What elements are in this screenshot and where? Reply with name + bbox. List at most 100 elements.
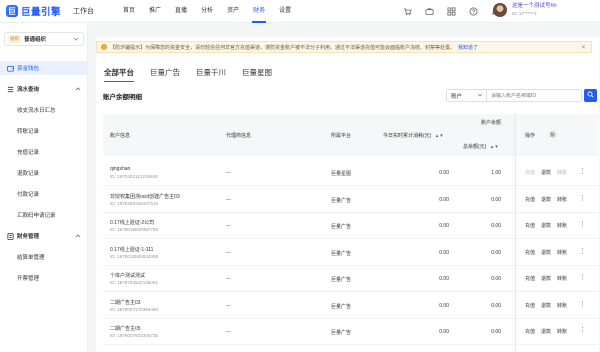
more-icon[interactable]: ⋮ <box>579 300 586 308</box>
table-row: 二期广告主05 ID: 1679007933306735 --- 巨量广告 0.00 0.… <box>103 319 598 345</box>
row-actions: 充值 退款 转账 <box>525 275 573 282</box>
help-icon[interactable] <box>468 6 478 16</box>
sidebar-item-refund-records[interactable]: 退款记录 <box>0 166 87 180</box>
platform-tabs: 全部平台 巨量广告 巨量千川 巨量星图 <box>104 67 288 82</box>
today-consume: 0.00 <box>439 170 449 176</box>
sidebar-group-label: 流水查询 <box>17 87 40 93</box>
more-icon[interactable]: ⋮ <box>579 273 586 281</box>
account-name[interactable]: 非授权集团测ocid创建广告主03 <box>110 193 180 200</box>
recharge-button[interactable]: 充值 <box>525 222 535 229</box>
sidebar-item-recharge-records[interactable]: 充值记录 <box>0 145 87 159</box>
tab-qianchuan[interactable]: 巨量千川 <box>196 67 226 80</box>
fraud-notice-banner: ! 【防诈骗提示】为保障您的资金安全，请勿轻信任何非官方充值渠道，谨防资金账户被… <box>96 41 592 53</box>
today-consume: 0.00 <box>439 302 449 309</box>
nav-live[interactable]: 直播 <box>168 0 194 23</box>
brand-name: 巨量引擎 <box>21 7 62 18</box>
user-menu[interactable]: 这是一个测试号hh ID: 17******1 <box>493 3 557 17</box>
tab-xingtu[interactable]: 巨量星图 <box>242 67 272 80</box>
sidebar-item-payment-records[interactable]: 付款记录 <box>0 187 87 201</box>
table-header: 账户信息 代理商信息 所属平台 今日实时累计消耗(元) ▲▼ 账户余额 总余额(… <box>103 114 598 156</box>
more-icon[interactable]: ⋮ <box>579 247 586 255</box>
tab-all-platforms[interactable]: 全部平台 <box>104 67 134 82</box>
brand[interactable]: 巨 巨量引擎 工作台 <box>6 4 94 18</box>
user-name: 这是一个测试号hh <box>512 3 557 9</box>
nav-home[interactable]: 首页 <box>116 0 142 23</box>
search-button[interactable] <box>584 89 597 102</box>
sidebar-item-label: 资金钱包 <box>17 66 40 72</box>
sidebar-item-invoice[interactable]: 开票管理 <box>0 271 87 285</box>
recharge-button[interactable]: 充值 <box>525 169 535 176</box>
transfer-button[interactable]: 转账 <box>557 328 567 335</box>
refund-button[interactable]: 退款 <box>541 249 551 256</box>
sidebar-item-label: 结算单管理 <box>17 255 45 261</box>
col-consume[interactable]: 今日实时累计消耗(元) ▲▼ <box>383 132 444 139</box>
recharge-button[interactable]: 充值 <box>525 249 535 256</box>
search-input[interactable] <box>487 92 581 99</box>
recharge-button[interactable]: 充值 <box>525 302 535 309</box>
nav-promote[interactable]: 推广 <box>142 0 168 23</box>
sidebar-item-remit-code-records[interactable]: 汇款码申请记录 <box>0 208 87 222</box>
col-total[interactable]: 总余额(元) ▲▼ <box>463 143 499 150</box>
account-id: ID: 1670452112236559 <box>110 174 158 179</box>
account-name[interactable]: qingshan <box>110 166 130 172</box>
transfer-button[interactable]: 转账 <box>557 222 567 229</box>
sidebar-item-daily-summary[interactable]: 收支流水日汇总 <box>0 103 87 117</box>
chevron-down-icon <box>477 92 483 100</box>
nav-finance[interactable]: 财务 <box>246 0 272 23</box>
sidebar-item-wallet[interactable]: 资金钱包 <box>0 61 87 75</box>
main-nav: 首页 推广 直播 分析 资产 财务 设置 <box>116 0 298 23</box>
row-actions: 充值 退款 转账 <box>525 302 573 309</box>
cart-icon[interactable] <box>402 6 412 16</box>
account-name[interactable]: 个体户测试测试 <box>110 272 145 279</box>
recharge-button[interactable]: 充值 <box>525 196 535 203</box>
col-ops: 操作 <box>525 133 536 139</box>
recharge-button[interactable]: 充值 <box>525 275 535 282</box>
transfer-button[interactable]: 转账 <box>557 302 567 309</box>
refund-button[interactable]: 退款 <box>541 302 551 309</box>
refund-button[interactable]: 退款 <box>541 196 551 203</box>
close-icon[interactable]: ✕ <box>581 44 586 51</box>
transfer-button[interactable]: 转账 <box>557 169 567 176</box>
more-icon[interactable]: ⋮ <box>579 326 586 334</box>
briefcase-icon[interactable] <box>424 6 434 16</box>
sidebar-group-flow[interactable]: 流水查询 <box>0 82 87 96</box>
sidebar-group-finance[interactable]: 财务管理 <box>0 229 87 243</box>
org-switcher[interactable]: 组织 普通组织 <box>4 32 84 46</box>
account-name[interactable]: 二期广告主03 <box>110 299 141 306</box>
settings-icon[interactable] <box>549 131 556 140</box>
refund-button[interactable]: 退款 <box>541 275 551 282</box>
agent-info: --- <box>226 223 231 229</box>
nav-settings[interactable]: 设置 <box>272 0 298 23</box>
agent-info: --- <box>226 170 231 176</box>
transfer-button[interactable]: 转账 <box>557 196 567 203</box>
account-name[interactable]: 二期广告主05 <box>110 325 141 332</box>
platform: 巨量广告 <box>331 224 352 230</box>
today-consume: 0.00 <box>439 329 449 335</box>
refund-button[interactable]: 退款 <box>541 328 551 335</box>
account-name[interactable]: 0.17线上验证-2公司 <box>110 219 154 226</box>
transfer-button[interactable]: 转账 <box>557 275 567 282</box>
sidebar-item-label: 退款记录 <box>17 171 40 177</box>
account-name[interactable]: 0.17线上验证-1-111 <box>110 246 153 253</box>
platform: 巨量广告 <box>331 277 352 283</box>
tab-ads[interactable]: 巨量广告 <box>150 67 180 80</box>
notice-ack-link[interactable]: 我知道了 <box>458 44 478 51</box>
more-icon[interactable]: ⋮ <box>579 194 586 202</box>
nav-analytics[interactable]: 分析 <box>194 0 220 23</box>
more-icon[interactable]: ⋮ <box>579 220 586 228</box>
transfer-button[interactable]: 转账 <box>557 249 567 256</box>
sidebar-item-transfer-records[interactable]: 转账记录 <box>0 124 87 138</box>
nav-assets[interactable]: 资产 <box>220 0 246 23</box>
more-icon[interactable]: ⋮ <box>579 167 586 175</box>
refund-button[interactable]: 退款 <box>541 222 551 229</box>
sidebar-item-label: 收支流水日汇总 <box>17 108 56 114</box>
avatar <box>493 3 507 17</box>
refund-button[interactable]: 退款 <box>541 169 551 176</box>
filter-type-select[interactable]: 账户 <box>447 90 487 101</box>
workspace-label: 工作台 <box>73 8 95 15</box>
chevron-down-icon <box>73 36 79 44</box>
sidebar-item-settlement[interactable]: 结算单管理 <box>0 250 87 264</box>
grid-apps-icon[interactable] <box>446 6 456 16</box>
total-balance: 1.00 <box>491 170 501 176</box>
recharge-button[interactable]: 充值 <box>525 328 535 335</box>
